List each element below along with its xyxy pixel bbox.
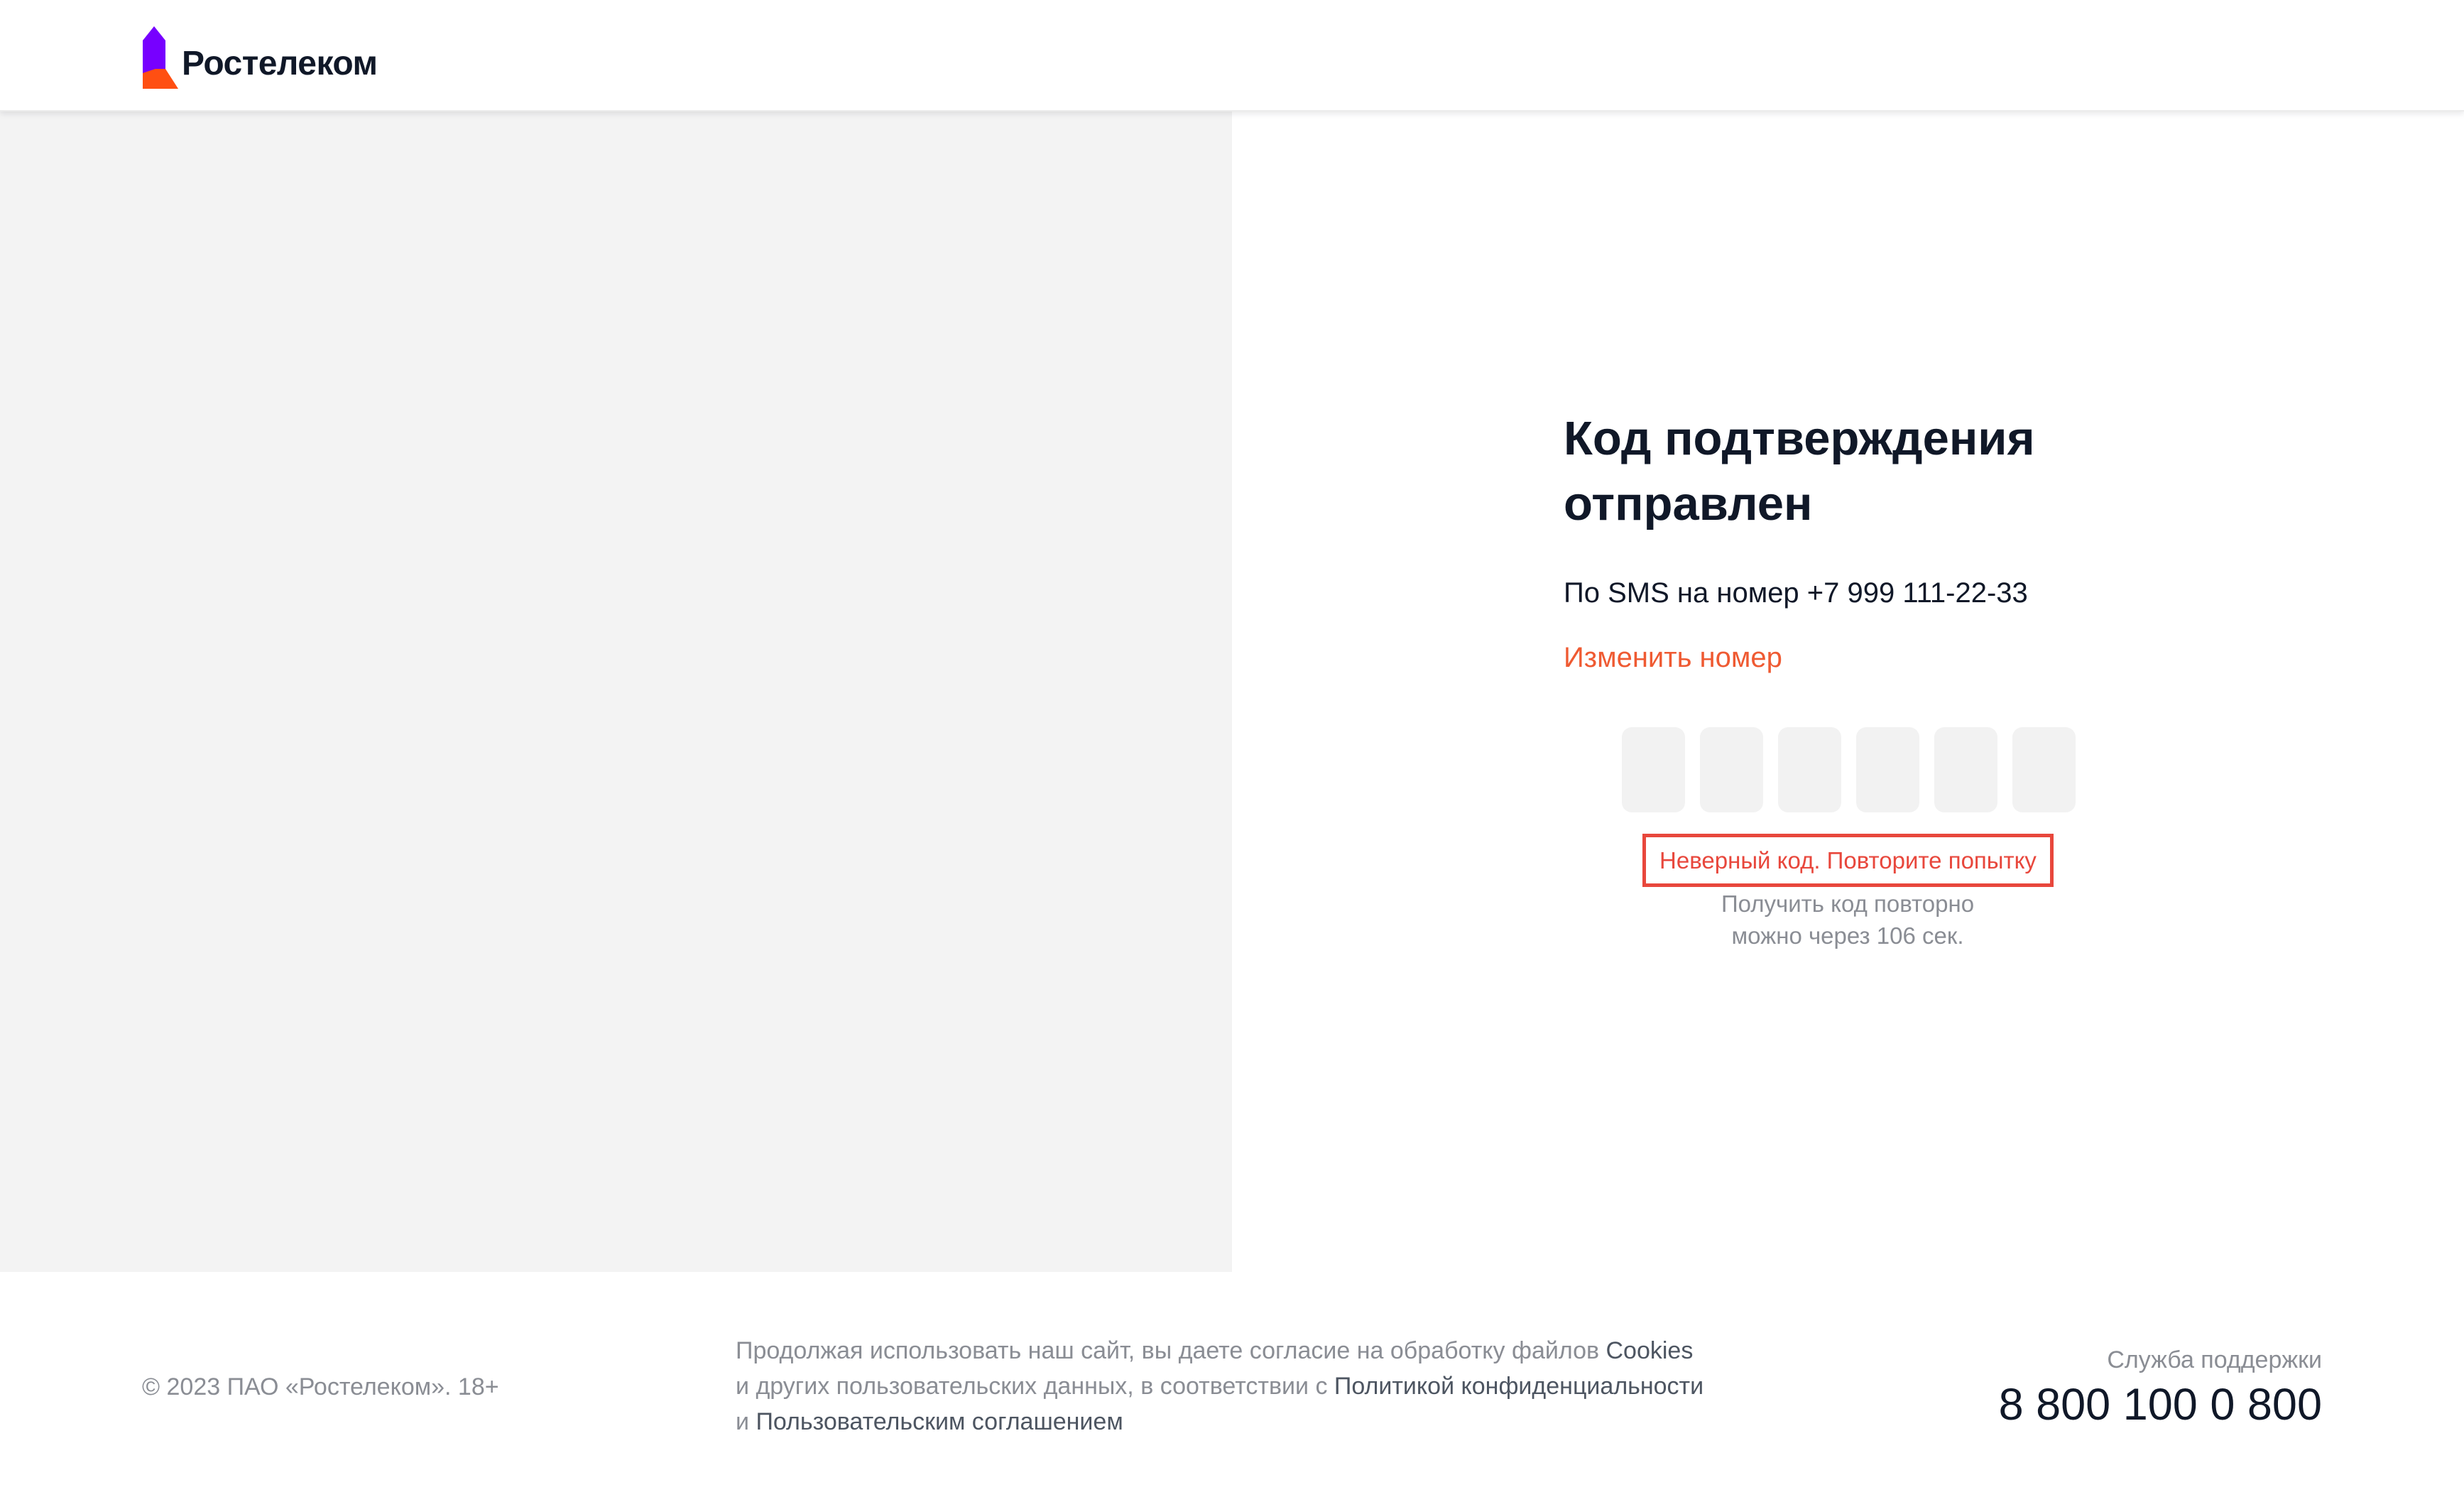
code-input-group — [1622, 727, 2076, 812]
error-message: Неверный код. Повторите попытку — [1659, 847, 2037, 873]
left-image-panel — [0, 111, 1232, 1272]
resend-timer: Получить код повторно можно через 106 се… — [1619, 888, 2076, 952]
support-phone-link[interactable]: 8 800 100 0 800 — [1999, 1379, 2322, 1430]
rostelecom-logo-icon — [143, 26, 178, 89]
cookies-link[interactable]: Cookies — [1606, 1337, 1694, 1364]
resend-line-1: Получить код повторно — [1721, 891, 1975, 917]
code-digit-5[interactable] — [1934, 727, 1997, 812]
error-message-box: Неверный код. Повторите попытку — [1642, 834, 2054, 887]
copyright-text: © 2023 ПАО «Ростелеком». 18+ — [142, 1373, 499, 1400]
user-agreement-link[interactable]: Пользовательским соглашением — [756, 1408, 1123, 1435]
resend-line-2: можно через 106 сек. — [1731, 922, 1964, 949]
privacy-policy-link[interactable]: Политикой конфиденциальности — [1334, 1373, 1703, 1400]
code-digit-1[interactable] — [1622, 727, 1685, 812]
code-digit-3[interactable] — [1778, 727, 1841, 812]
cookie-consent-text: Продолжая использовать наш сайт, вы дает… — [736, 1333, 1765, 1439]
rostelecom-logo[interactable]: Ростелеком — [141, 24, 378, 89]
consent-text-1: Продолжая использовать наш сайт, вы дает… — [736, 1337, 1606, 1364]
right-form-panel — [1232, 111, 2464, 1272]
support-label: Служба поддержки — [2107, 1346, 2322, 1373]
code-digit-4[interactable] — [1856, 727, 1919, 812]
page-title: Код подтверждения отправлен — [1564, 412, 2035, 530]
code-digit-6[interactable] — [2012, 727, 2076, 812]
logo-text: Ростелеком — [182, 44, 378, 82]
consent-text-2: и других пользовательских данных, в соот… — [736, 1373, 1334, 1400]
consent-text-3: и — [736, 1408, 756, 1435]
change-number-link[interactable]: Изменить номер — [1564, 640, 1782, 675]
code-digit-2[interactable] — [1700, 727, 1763, 812]
sms-info-text: По SMS на номер +7 999 111-22-33 — [1564, 577, 2028, 609]
site-header: Ростелеком — [0, 0, 2464, 111]
